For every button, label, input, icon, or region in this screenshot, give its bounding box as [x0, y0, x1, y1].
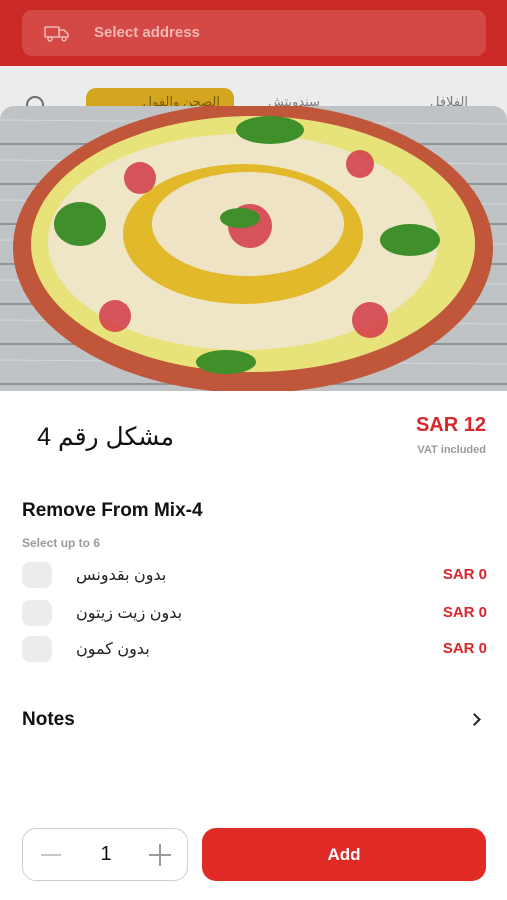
plus-icon-vertical[interactable]: [159, 844, 161, 866]
vat-note: VAT included: [417, 444, 486, 456]
modifier-group-subtitle: Select up to 6: [22, 536, 101, 550]
item-name: مشكل رقم 4: [37, 423, 174, 451]
item-price: SAR 12: [415, 414, 486, 436]
option-checkbox[interactable]: [22, 600, 52, 626]
address-placeholder: Select address: [94, 24, 200, 41]
delivery-truck-icon: [44, 26, 69, 42]
notes-row[interactable]: Notes: [22, 706, 487, 736]
option-label: بدون زيت زيتون: [76, 605, 183, 622]
item-image: [0, 106, 507, 391]
notes-label: Notes: [22, 709, 75, 730]
option-checkbox[interactable]: [22, 562, 52, 588]
modifier-option[interactable]: بدون بقدونس SAR 0: [22, 562, 487, 590]
option-label: بدون كمون: [76, 641, 150, 658]
chevron-right-icon: [468, 713, 481, 726]
modifier-option[interactable]: بدون كمون SAR 0: [22, 636, 487, 664]
modifier-option[interactable]: بدون زيت زيتون SAR 0: [22, 600, 487, 628]
modifier-group-title: Remove From Mix-4: [22, 500, 203, 521]
option-price: SAR 0: [442, 566, 487, 583]
option-checkbox[interactable]: [22, 636, 52, 662]
app-header: Select address: [0, 0, 507, 66]
quantity-stepper: 1: [22, 828, 188, 881]
option-price: SAR 0: [442, 604, 487, 621]
add-button[interactable]: Add: [202, 828, 486, 881]
address-selector[interactable]: Select address: [22, 10, 486, 56]
option-label: بدون بقدونس: [76, 567, 167, 584]
item-detail-sheet: مشكل رقم 4 SAR 12 VAT included Remove Fr…: [0, 106, 507, 900]
option-price: SAR 0: [442, 640, 487, 657]
